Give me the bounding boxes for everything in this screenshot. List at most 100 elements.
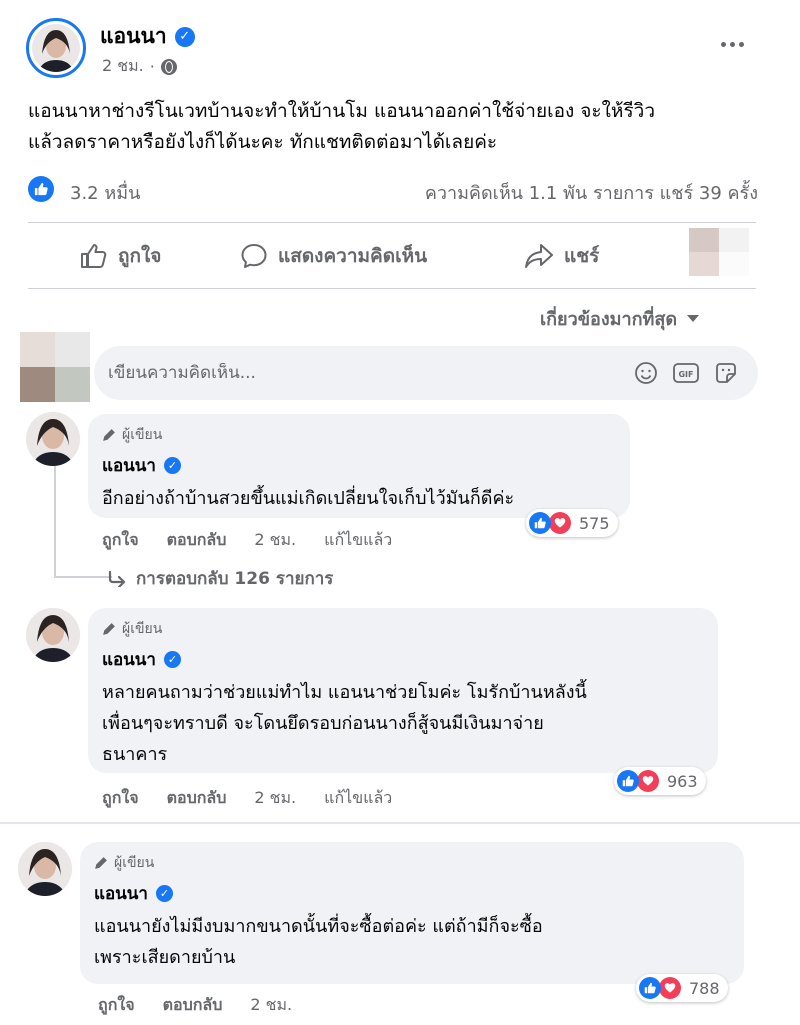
like-button[interactable]: ถูกใจ bbox=[80, 240, 161, 272]
gif-label: GIF bbox=[678, 370, 693, 379]
comment-reactions[interactable]: 788 bbox=[636, 974, 728, 1002]
comment-avatar[interactable] bbox=[18, 842, 72, 896]
author-avatar[interactable] bbox=[26, 18, 86, 78]
author-badge-label: ผู้เขียน bbox=[122, 621, 163, 637]
comment-text-line: เพื่อนๆจะทราบดี จะโดนยึดรอบก่อนนางก็สู้จ… bbox=[102, 713, 544, 734]
post-stats[interactable]: ความคิดเห็น 1.1 พัน รายการ แชร์ 39 ครั้ง bbox=[425, 178, 758, 207]
comment-author-name[interactable]: แอนนา bbox=[94, 880, 148, 907]
comment-actions: ถูกใจ ตอบกลับ 2 ชม. แก้ไขแล้ว bbox=[102, 528, 392, 553]
comment-author-name[interactable]: แอนนา bbox=[102, 452, 156, 479]
comment-author[interactable]: แอนนา ✓ bbox=[102, 646, 704, 673]
comment-text: หลายคนถามว่าช่วยแม่ทำไม แอนนาช่วยโมค่ะ โ… bbox=[102, 677, 704, 770]
likes-count[interactable]: 3.2 หมื่น bbox=[70, 178, 140, 207]
view-replies-label: การตอบกลับ 126 รายการ bbox=[136, 569, 334, 589]
comment-button-label: แสดงความคิดเห็น bbox=[278, 245, 428, 267]
pencil-icon bbox=[95, 857, 107, 869]
comment-reactions[interactable]: 575 bbox=[526, 509, 618, 537]
comment-like-button[interactable]: ถูกใจ bbox=[102, 786, 139, 811]
post-author-name[interactable]: แอนนา bbox=[100, 20, 167, 53]
post-author[interactable]: แอนนา ✓ bbox=[100, 20, 195, 53]
verified-icon: ✓ bbox=[155, 885, 173, 902]
author-badge: ผู้เขียน bbox=[102, 618, 704, 640]
like-reaction-icon bbox=[639, 977, 661, 999]
reaction-count: 963 bbox=[667, 771, 698, 791]
globe-icon bbox=[160, 58, 177, 75]
more-options-button[interactable] bbox=[712, 32, 752, 56]
verified-icon: ✓ bbox=[163, 457, 181, 474]
reply-arrow-icon bbox=[108, 570, 126, 587]
comment-text: แอนนายังไม่มีงบมากขนาดนั้นที่จะซื้อต่อค่… bbox=[94, 911, 730, 973]
like-reaction-icon bbox=[617, 770, 639, 792]
thread-line bbox=[54, 466, 56, 578]
post-text-line: แล้วลดราคาหรือยังไงก็ได้นะคะ ทักแชทติดต่… bbox=[28, 131, 498, 153]
comment-reply-button[interactable]: ตอบกลับ bbox=[167, 528, 227, 553]
comment-author-name[interactable]: แอนนา bbox=[102, 646, 156, 673]
comment-time[interactable]: 2 ชม. bbox=[254, 528, 296, 553]
comment-time[interactable]: 2 ชม. bbox=[254, 786, 296, 811]
comment-input[interactable] bbox=[108, 363, 634, 383]
post-meta: 2 ชม. · bbox=[102, 54, 177, 79]
divider bbox=[28, 288, 756, 289]
like-button-label: ถูกใจ bbox=[118, 245, 162, 267]
author-badge-label: ผู้เขียน bbox=[114, 855, 155, 871]
like-reaction-icon bbox=[529, 512, 551, 534]
comment-avatar[interactable] bbox=[26, 412, 80, 466]
pencil-icon bbox=[103, 429, 115, 441]
reaction-count: 575 bbox=[579, 513, 610, 533]
divider bbox=[28, 222, 756, 223]
comment-text-line: เพราะเสียดายบ้าน bbox=[94, 947, 236, 968]
comment-text-line: หลายคนถามว่าช่วยแม่ทำไม แอนนาช่วยโมค่ะ โ… bbox=[102, 682, 587, 703]
comment-reply-button[interactable]: ตอบกลับ bbox=[167, 786, 227, 811]
comment-edited: แก้ไขแล้ว bbox=[324, 788, 393, 807]
love-icon bbox=[659, 977, 681, 999]
comment-sort-label: เกี่ยวข้องมากที่สุด bbox=[540, 309, 678, 330]
thread-line bbox=[54, 576, 112, 578]
share-icon bbox=[525, 244, 553, 268]
author-badge-label: ผู้เขียน bbox=[122, 427, 163, 443]
share-button[interactable]: แชร์ bbox=[524, 240, 599, 272]
sticker-icon[interactable] bbox=[714, 361, 738, 385]
verified-icon: ✓ bbox=[163, 651, 181, 668]
comment-actions: ถูกใจ ตอบกลับ 2 ชม. แก้ไขแล้ว bbox=[102, 786, 392, 811]
view-replies-link[interactable]: การตอบกลับ 126 รายการ bbox=[108, 565, 333, 592]
like-icon bbox=[81, 244, 107, 268]
caret-down-icon bbox=[687, 315, 700, 322]
comment-reactions[interactable]: 963 bbox=[614, 767, 706, 795]
comment-like-button[interactable]: ถูกใจ bbox=[102, 528, 139, 553]
author-badge: ผู้เขียน bbox=[94, 852, 730, 874]
section-divider bbox=[0, 822, 800, 824]
more-icon bbox=[720, 41, 726, 47]
verified-icon: ✓ bbox=[174, 26, 195, 47]
comment-avatar[interactable] bbox=[26, 608, 80, 662]
comment-text-line: แอนนายังไม่มีงบมากขนาดนั้นที่จะซื้อต่อค่… bbox=[94, 916, 543, 937]
comment-time[interactable]: 2 ชม. bbox=[250, 993, 292, 1018]
like-reaction-icon[interactable] bbox=[28, 176, 54, 202]
post-text: แอนนาหาช่างรีโนเวทบ้านจะทำให้บ้านโม แอนน… bbox=[28, 96, 778, 158]
comment-icon bbox=[241, 244, 267, 268]
author-badge: ผู้เขียน bbox=[102, 424, 616, 446]
post-time[interactable]: 2 ชม. bbox=[102, 54, 144, 79]
separator-dot: · bbox=[149, 57, 155, 76]
viewer-avatar-blurred[interactable] bbox=[689, 228, 749, 276]
comment-author[interactable]: แอนนา ✓ bbox=[94, 880, 730, 907]
comment-bubble: ผู้เขียน แอนนา ✓ หลายคนถามว่าช่วยแม่ทำไม… bbox=[88, 608, 718, 773]
comment-reply-button[interactable]: ตอบกลับ bbox=[163, 993, 223, 1018]
comment-actions: ถูกใจ ตอบกลับ 2 ชม. bbox=[98, 993, 292, 1018]
current-user-avatar-blurred[interactable] bbox=[20, 332, 90, 402]
comment-composer[interactable]: GIF bbox=[94, 346, 758, 400]
comment-bubble: ผู้เขียน แอนนา ✓ อีกอย่างถ้าบ้านสวยขึ้นแ… bbox=[88, 414, 630, 518]
smiley-icon[interactable] bbox=[634, 361, 658, 385]
comment-edited: แก้ไขแล้ว bbox=[324, 530, 393, 549]
comment-like-button[interactable]: ถูกใจ bbox=[98, 993, 135, 1018]
love-icon bbox=[549, 512, 571, 534]
comment-sort-dropdown[interactable]: เกี่ยวข้องมากที่สุด bbox=[540, 304, 700, 333]
comment-text-line: ธนาคาร bbox=[102, 744, 168, 765]
gif-icon[interactable]: GIF bbox=[672, 361, 700, 385]
post-text-line: แอนนาหาช่างรีโนเวทบ้านจะทำให้บ้านโม แอนน… bbox=[28, 100, 655, 122]
comment-bubble: ผู้เขียน แอนนา ✓ แอนนายังไม่มีงบมากขนาดน… bbox=[80, 842, 744, 984]
comment-button[interactable]: แสดงความคิดเห็น bbox=[240, 240, 427, 272]
love-icon bbox=[637, 770, 659, 792]
composer-tools: GIF bbox=[634, 361, 738, 385]
share-button-label: แชร์ bbox=[564, 245, 600, 267]
comment-author[interactable]: แอนนา ✓ bbox=[102, 452, 616, 479]
